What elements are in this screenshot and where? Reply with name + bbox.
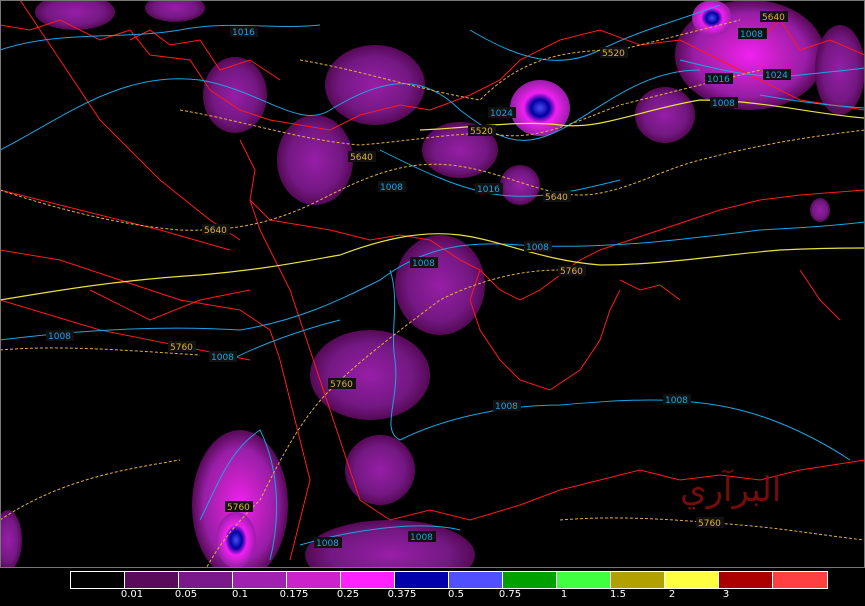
watermark-signature: البرآري <box>680 470 782 510</box>
legend-tick-label: 0.25 <box>336 589 360 600</box>
svg-text:5760: 5760 <box>330 380 353 390</box>
legend-swatch <box>71 572 125 588</box>
contour-label: 1008 <box>46 330 74 342</box>
precip-area <box>310 330 430 420</box>
contour-label: 1008 <box>314 537 342 549</box>
contour-label: 1008 <box>410 257 438 269</box>
svg-text:1024: 1024 <box>490 109 513 119</box>
legend-swatch <box>395 572 449 588</box>
contour-label: 1008 <box>493 400 521 412</box>
legend-swatch <box>665 572 719 588</box>
precip-area <box>0 510 22 570</box>
color-legend: 0.01 0.05 0.1 0.175 0.25 0.375 0.5 0.75 1 1.5 2 3 <box>0 568 865 606</box>
svg-text:1016: 1016 <box>477 185 500 195</box>
svg-text:1008: 1008 <box>412 259 435 269</box>
legend-swatch <box>449 572 503 588</box>
precip-area <box>216 512 256 568</box>
svg-text:5640: 5640 <box>545 193 568 203</box>
legend-tick-label: 2 <box>668 589 676 600</box>
svg-text:1008: 1008 <box>211 353 234 363</box>
svg-text:1008: 1008 <box>410 533 433 543</box>
legend-swatch <box>287 572 341 588</box>
contour-label: 1008 <box>663 394 691 406</box>
contour-label: 1016 <box>475 183 503 195</box>
svg-text:1008: 1008 <box>48 332 71 342</box>
svg-text:1008: 1008 <box>495 402 518 412</box>
svg-text:1016: 1016 <box>232 28 255 38</box>
svg-text:5520: 5520 <box>602 49 625 59</box>
svg-text:5640: 5640 <box>350 153 373 163</box>
legend-swatch <box>341 572 395 588</box>
legend-tick-label: 0.5 <box>448 589 464 600</box>
contour-label: 5520 <box>468 125 496 137</box>
contour-label: 5640 <box>543 191 571 203</box>
svg-text:1016: 1016 <box>707 75 730 85</box>
precip-area <box>815 25 865 115</box>
legend-swatch <box>719 572 773 588</box>
svg-text:1008: 1008 <box>316 539 339 549</box>
legend-swatch <box>611 572 665 588</box>
precip-area <box>692 0 732 36</box>
legend-tick-labels: 0.01 0.05 0.1 0.175 0.25 0.375 0.5 0.75 1 1.5 2 3 <box>70 589 790 603</box>
contour-label: 5640 <box>202 224 230 236</box>
precip-area <box>345 435 415 505</box>
contour-label: 1024 <box>488 107 516 119</box>
svg-text:5640: 5640 <box>762 13 785 23</box>
svg-text:1024: 1024 <box>765 71 788 81</box>
svg-text:1008: 1008 <box>380 183 403 193</box>
weather-map: 1016101610241016102410081008101610081008… <box>0 0 865 590</box>
svg-text:1008: 1008 <box>740 30 763 40</box>
contour-label: 1024 <box>763 69 791 81</box>
contour-label: 5760 <box>168 341 196 353</box>
legend-tick-label: 0.05 <box>174 589 198 600</box>
legend-tick-label: 3 <box>722 589 730 600</box>
legend-swatches <box>70 571 828 589</box>
svg-text:5760: 5760 <box>560 267 583 277</box>
svg-text:5760: 5760 <box>170 343 193 353</box>
legend-tick-label: 1.5 <box>610 589 626 600</box>
legend-swatch <box>503 572 557 588</box>
svg-text:5760: 5760 <box>227 503 250 513</box>
svg-text:1008: 1008 <box>665 396 688 406</box>
svg-text:5520: 5520 <box>470 127 493 137</box>
legend-swatch <box>233 572 287 588</box>
legend-tick-label: 0.75 <box>498 589 522 600</box>
contour-label: 5640 <box>760 11 788 23</box>
svg-text:5760: 5760 <box>698 519 721 529</box>
contour-label: 5760 <box>696 517 724 529</box>
legend-tick-label: 0.175 <box>279 589 309 600</box>
legend-tick-label: 0.01 <box>120 589 144 600</box>
precip-area <box>635 87 695 143</box>
legend-tick-label: 0.375 <box>387 589 417 600</box>
legend-tick-label: 1 <box>560 589 568 600</box>
svg-text:1008: 1008 <box>712 99 735 109</box>
contour-label: 5640 <box>348 151 376 163</box>
precip-area <box>145 0 205 22</box>
contour-label: 5760 <box>558 265 586 277</box>
legend-swatch <box>557 572 611 588</box>
contour-label: 1008 <box>408 531 436 543</box>
legend-swatch <box>179 572 233 588</box>
legend-tick-label: 0.1 <box>232 589 248 600</box>
precip-area <box>277 115 353 205</box>
contour-label: 5760 <box>225 501 253 513</box>
contour-label: 1016 <box>230 26 258 38</box>
svg-text:1008: 1008 <box>526 243 549 253</box>
contour-label: 1008 <box>524 241 552 253</box>
svg-text:5640: 5640 <box>204 226 227 236</box>
contour-label: 1008 <box>738 28 766 40</box>
legend-swatch <box>125 572 179 588</box>
contour-label: 1008 <box>710 97 738 109</box>
contour-label: 1016 <box>705 73 733 85</box>
legend-swatch <box>773 572 827 588</box>
contour-label: 5760 <box>328 378 356 390</box>
contour-label: 5520 <box>600 47 628 59</box>
precip-area <box>810 198 830 222</box>
precip-area <box>35 0 115 30</box>
precip-area <box>500 165 540 205</box>
contour-label: 1008 <box>209 351 237 363</box>
contour-label: 1008 <box>378 181 406 193</box>
